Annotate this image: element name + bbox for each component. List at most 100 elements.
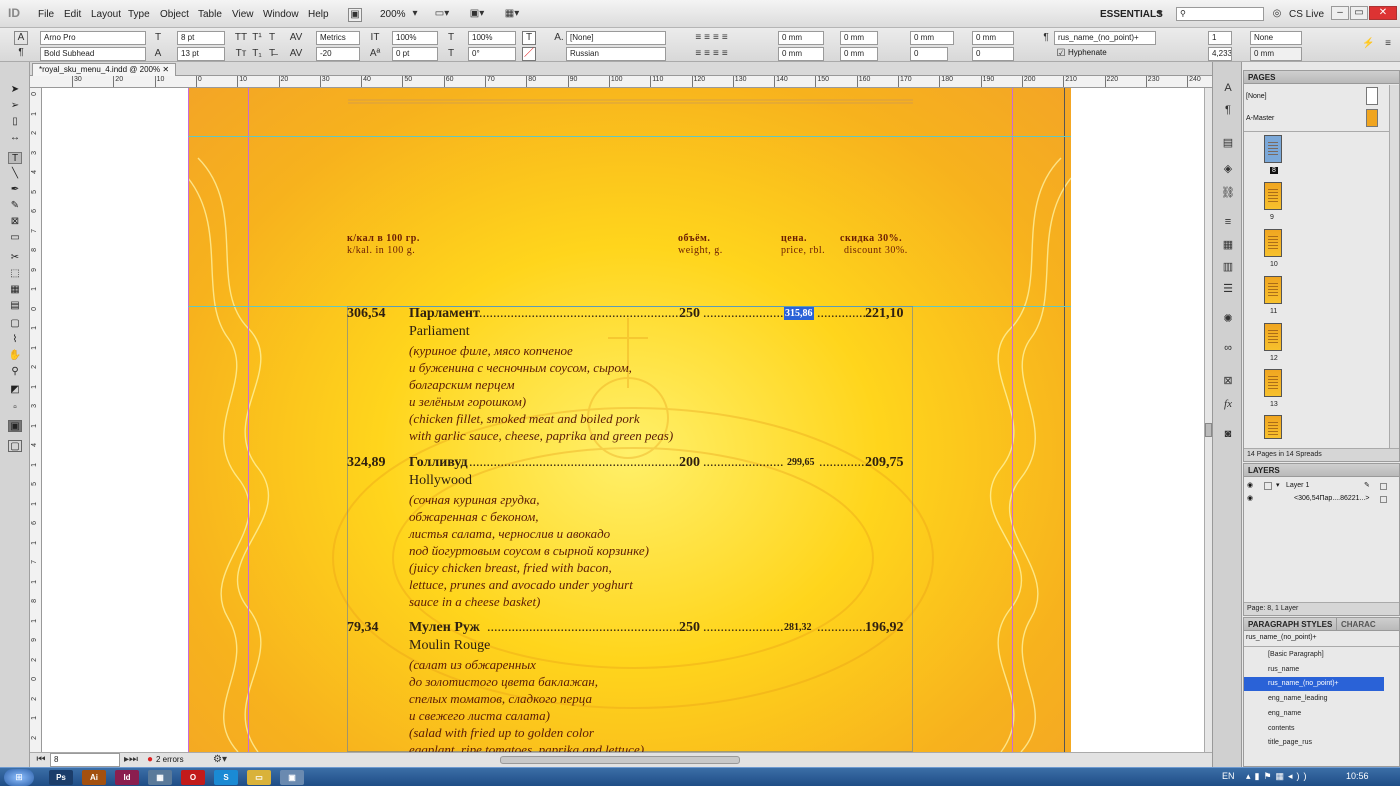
screen-mode-icon[interactable]: ▣▾ <box>465 8 489 20</box>
menu-item-moulin-rouge[interactable]: 79,34 Мулен Руж ........................… <box>347 620 947 752</box>
space-after-field[interactable]: 0 mm <box>972 31 1014 45</box>
links-panel-icon[interactable]: ⛓ <box>1220 186 1236 200</box>
menu-type[interactable]: Type <box>128 9 150 20</box>
drop-cap-lines-field[interactable]: 0 <box>910 47 948 61</box>
taskbar-photoshop[interactable]: Ps <box>49 770 73 785</box>
first-line-indent-field[interactable]: 0 mm <box>840 31 878 45</box>
layer-visibility-eye-icon[interactable]: ◉ <box>1247 480 1253 492</box>
workspace-switcher[interactable]: ESSENTIALS <box>1100 9 1163 20</box>
first-page-icon[interactable]: ⏮ <box>32 754 50 766</box>
vertical-scale-field[interactable]: 100% <box>392 31 438 45</box>
gutter-field[interactable]: 0 mm <box>1250 47 1302 61</box>
zoom-chevron-down-icon[interactable]: ▾ <box>410 8 420 20</box>
info-panel-icon[interactable]: ◙ <box>1220 428 1236 442</box>
style-item[interactable]: contents <box>1244 722 1399 736</box>
preflight-errors[interactable]: 2 errors <box>156 755 184 764</box>
page-thumb-12[interactable] <box>1264 323 1282 351</box>
object-styles-panel-icon[interactable]: ⊠ <box>1220 374 1236 388</box>
layer-select-box[interactable] <box>1380 483 1387 490</box>
free-transform-tool-icon[interactable]: ⬚ <box>8 268 22 280</box>
underline-icon[interactable]: T <box>265 32 279 44</box>
item-price-selected[interactable]: 315,86 <box>784 307 814 320</box>
menu-window[interactable]: Window <box>263 9 299 20</box>
character-styles-tab[interactable]: CHARAC <box>1336 618 1376 631</box>
pen-tool-icon[interactable]: ✒ <box>8 184 22 196</box>
next-page-icon[interactable]: ▸⏭ <box>122 754 140 766</box>
paragraph-style-select[interactable]: rus_name_(no_point)+ <box>1054 31 1156 45</box>
tracking-field[interactable]: -20 <box>316 47 360 61</box>
strikethrough-icon[interactable]: T̶ <box>265 48 279 60</box>
rectangle-frame-tool-icon[interactable]: ⊠ <box>8 216 22 228</box>
bullets-select[interactable]: None <box>1250 31 1302 45</box>
effects-panel-icon[interactable]: ☰ <box>1220 282 1236 296</box>
page-thumb-8[interactable] <box>1264 135 1282 163</box>
close-icon[interactable]: ✕ <box>1369 6 1397 20</box>
preflight-menu-icon[interactable]: ⚙▾ <box>210 754 230 766</box>
last-line-indent-field[interactable]: 0 mm <box>840 47 878 61</box>
normal-view-icon[interactable]: ▣ <box>8 420 22 432</box>
view-options-icon[interactable]: ▭▾ <box>430 8 454 20</box>
skew-field[interactable]: 0° <box>468 47 516 61</box>
cs-live-button[interactable]: CS Live <box>1289 9 1324 20</box>
pasteboard[interactable]: к/кал в 100 гр. k/kal. in 100 g. объём. … <box>42 88 1204 752</box>
horizontal-scroll-thumb[interactable] <box>500 756 740 764</box>
menu-item-hollywood[interactable]: 324,89 Голливуд ........................… <box>347 455 947 615</box>
layer-lock-toggle[interactable] <box>1264 482 1272 490</box>
paragraph-formatting-icon[interactable]: ¶ <box>14 47 28 59</box>
menu-page[interactable]: к/кал в 100 гр. k/kal. in 100 g. объём. … <box>188 88 1071 752</box>
menu-help[interactable]: Help <box>308 9 329 20</box>
text-fill-icon[interactable]: T <box>522 31 536 45</box>
tray-icons[interactable]: ▴▮⚑▦◂)) <box>1246 771 1311 782</box>
style-item[interactable]: eng_name <box>1244 707 1399 721</box>
selection-tool-icon[interactable]: ➤ <box>8 84 22 96</box>
character-panel-icon[interactable]: A <box>1220 82 1236 96</box>
page-thumb-13[interactable] <box>1264 369 1282 397</box>
hyperlinks-panel-icon[interactable]: ∞ <box>1220 342 1236 356</box>
scissors-tool-icon[interactable]: ✂ <box>8 252 22 264</box>
formatting-affects-container-icon[interactable]: ▫ <box>8 402 22 414</box>
maximize-icon[interactable]: ▭ <box>1350 6 1368 20</box>
close-tab-icon[interactable]: ✕ <box>162 65 169 74</box>
all-caps-icon[interactable]: TT <box>234 32 248 44</box>
note-tool-icon[interactable]: ▢ <box>8 318 22 330</box>
gap-tool-icon[interactable]: ↔ <box>8 132 22 144</box>
page-thumb-14[interactable] <box>1264 415 1282 439</box>
page-thumb-10[interactable] <box>1264 229 1282 257</box>
sublayer-name[interactable]: <306,54Пар....86221...> <box>1294 493 1369 505</box>
document-tab[interactable]: *royal_sku_menu_4.indd @ 200% ✕ <box>32 63 177 76</box>
stroke-panel-icon[interactable]: ≡ <box>1220 216 1236 230</box>
drop-cap-chars-field[interactable]: 0 <box>972 47 1014 61</box>
type-tool-icon[interactable]: T <box>8 152 22 164</box>
space-before-field[interactable]: 0 mm <box>910 31 954 45</box>
cs-live-icon[interactable]: ◎ <box>1272 8 1282 20</box>
hyphenate-checkbox[interactable]: ☑ <box>1056 48 1066 60</box>
text-wrap-panel-icon[interactable]: ✺ <box>1220 312 1236 326</box>
rectangle-tool-icon[interactable]: ▭ <box>8 232 22 244</box>
menu-object[interactable]: Object <box>160 9 189 20</box>
workspace-chevron-down-icon[interactable]: ▾ <box>1156 8 1164 20</box>
page-thumb-9[interactable] <box>1264 182 1282 210</box>
character-formatting-icon[interactable]: A <box>14 31 28 45</box>
script-panel-icon[interactable]: fx <box>1220 398 1236 412</box>
gradient-panel-icon[interactable]: ▥ <box>1220 260 1236 274</box>
page-tool-icon[interactable]: ▯ <box>8 116 22 128</box>
style-item[interactable]: title_page_rus <box>1244 736 1399 750</box>
arrange-documents-icon[interactable]: ▦▾ <box>500 8 524 20</box>
right-indent-field[interactable]: 0 mm <box>778 47 824 61</box>
start-button[interactable]: ⊞ <box>4 769 34 786</box>
master-a-thumb[interactable] <box>1366 109 1378 127</box>
taskbar-app2-icon[interactable]: ▣ <box>280 770 304 785</box>
align-buttons-top[interactable]: ≡≡≡≡ <box>680 32 746 44</box>
align-buttons-bottom[interactable]: ≡≡≡≡ <box>680 48 746 60</box>
page-thumb-11[interactable] <box>1264 276 1282 304</box>
text-stroke-icon[interactable]: ／ <box>522 47 536 61</box>
search-input[interactable]: ⚲ <box>1176 7 1264 21</box>
taskbar-app-icon[interactable]: ▦ <box>148 770 172 785</box>
vertical-ruler[interactable]: 0123456789101121314151617181920212 <box>30 88 42 752</box>
language-indicator[interactable]: EN <box>1222 771 1235 781</box>
character-style-select[interactable]: [None] <box>566 31 666 45</box>
layer-name[interactable]: Layer 1 <box>1286 480 1309 492</box>
menu-item-parliament[interactable]: 306,54 Парламент .......................… <box>347 306 947 456</box>
gradient-tool-icon[interactable]: ▦ <box>8 284 22 296</box>
layers-panel-icon[interactable]: ◈ <box>1220 162 1236 176</box>
